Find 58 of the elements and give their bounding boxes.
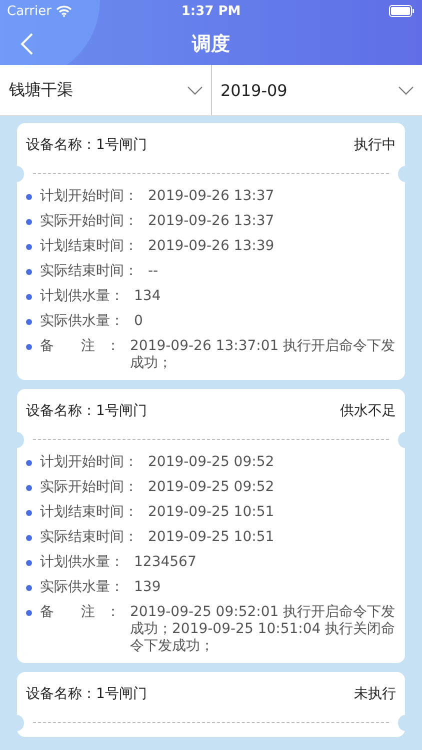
chevron-down-icon xyxy=(186,86,202,94)
carrier-label: Carrier xyxy=(7,4,52,18)
field-value: 2019-09-25 09:52:01 执行开启命令下发成功；2019-09-25 10:51:04 执行关闭命令下发成功； xyxy=(130,604,396,655)
bullet-icon xyxy=(26,585,32,591)
field-value: 134 xyxy=(134,288,162,305)
bullet-icon xyxy=(26,610,32,616)
bullet-icon xyxy=(26,510,32,516)
field-label: 实际结束时间： xyxy=(40,529,138,546)
field-label: 备 注： xyxy=(40,338,120,355)
field-label: 计划开始时间： xyxy=(40,188,138,205)
bullet-icon xyxy=(26,319,32,325)
device-name: 设备名称：1号闸门 xyxy=(26,136,147,155)
bullet-icon xyxy=(26,344,32,350)
field-label: 实际开始时间： xyxy=(40,479,138,496)
bullet-icon xyxy=(26,485,32,491)
bullet-icon xyxy=(26,219,32,225)
field-label: 实际开始时间： xyxy=(40,213,138,230)
status-label: 供水不足 xyxy=(340,402,396,421)
bullet-icon xyxy=(26,294,32,300)
dropdown-field[interactable]: 2019-09 xyxy=(210,65,422,115)
chevron-down-icon xyxy=(398,86,414,94)
bullet-icon xyxy=(26,244,32,250)
wifi-icon xyxy=(56,5,72,17)
device-name: 设备名称：1号闸门 xyxy=(26,685,147,704)
status-time: 1:37 PM xyxy=(181,4,241,18)
back-icon[interactable] xyxy=(20,33,34,55)
field-label: 计划供水量： xyxy=(40,288,124,305)
bullet-icon xyxy=(26,194,32,200)
field-value: 2019-09-25 09:52 xyxy=(148,454,276,471)
field-value: 0 xyxy=(134,313,144,330)
page-title: 调度 xyxy=(192,32,230,56)
dropdown-field[interactable]: 钱塘干渠 xyxy=(0,65,210,115)
status-label: 未执行 xyxy=(354,685,396,704)
field-value: 2019-09-26 13:37:01 执行开启命令下发成功； xyxy=(130,338,396,372)
field-label: 实际供水量： xyxy=(40,579,124,596)
status-label: 执行中 xyxy=(354,136,396,155)
field-value: 2019-09-25 10:51 xyxy=(148,504,276,521)
field-label: 实际结束时间： xyxy=(40,263,138,280)
field-label: 备 注： xyxy=(40,604,120,621)
field-value: 2019-09-25 10:51 xyxy=(148,529,276,546)
field-value: 2019-09-26 13:39 xyxy=(148,238,276,255)
bullet-icon xyxy=(26,535,32,541)
field-label: 计划结束时间： xyxy=(40,504,138,521)
bullet-icon xyxy=(26,269,32,275)
field-value: 2019-09-26 13:37 xyxy=(148,188,276,205)
field-value: -- xyxy=(148,263,160,280)
field-label: 实际供水量： xyxy=(40,313,124,330)
field-value: 139 xyxy=(134,579,162,596)
field-label: 计划开始时间： xyxy=(40,454,138,471)
field-value: 1234567 xyxy=(134,554,198,571)
battery-icon xyxy=(389,5,415,17)
field-label: 计划结束时间： xyxy=(40,238,138,255)
field-label: 计划供水量： xyxy=(40,554,124,571)
field-value: 2019-09-25 09:52 xyxy=(148,479,276,496)
device-name: 设备名称：1号闸门 xyxy=(26,402,147,421)
bullet-icon xyxy=(26,560,32,566)
bullet-icon xyxy=(26,460,32,466)
field-value: 2019-09-26 13:37 xyxy=(148,213,276,230)
